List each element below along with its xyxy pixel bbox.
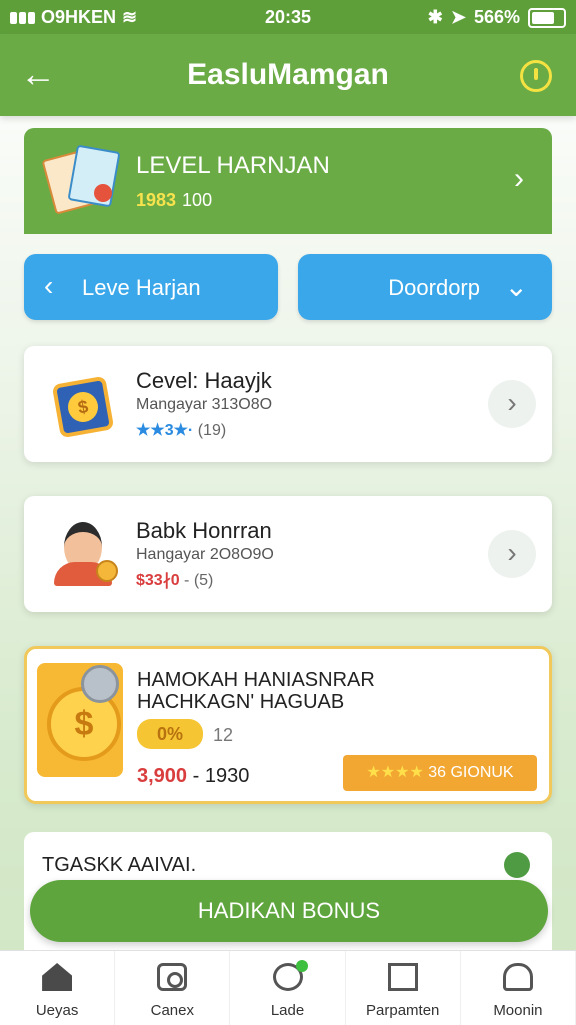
bluetooth-icon: ✱ <box>427 7 443 27</box>
item-subtitle: Mangayar 313O8O <box>136 396 273 413</box>
home-icon <box>42 963 73 991</box>
tab-label: Parpamten <box>366 1002 440 1019</box>
chevron-right-icon[interactable]: › <box>488 380 536 428</box>
bonus-count: 12 <box>213 725 234 745</box>
camera-icon <box>157 963 188 991</box>
list-item[interactable]: $ Cevel: Haayjk Mangayar 313O8O ★★3★· (1… <box>24 346 552 462</box>
rating-count: (19) <box>197 422 227 439</box>
level-title: LEVEL HARNJAN <box>136 152 330 179</box>
chevron-right-icon: › <box>514 162 524 195</box>
books-icon <box>38 144 130 218</box>
chevron-left-icon: ‹ <box>44 270 54 301</box>
range-high: 1930 <box>204 765 250 787</box>
range-low: 3,900 <box>137 765 188 787</box>
item-name: Cevel: Haayjk <box>136 368 272 393</box>
dropdown-button[interactable]: Doordorp ⌄ <box>298 254 552 320</box>
dropdown-label: Doordorp <box>388 275 480 300</box>
tab-ladder[interactable]: Lade <box>230 951 346 1025</box>
tab-label: Canex <box>150 1002 194 1019</box>
percent-badge: 0% <box>137 719 203 749</box>
level-score: 1983 100 <box>136 190 212 211</box>
app-header: ← EasluMamgan <box>0 34 576 116</box>
level-banner[interactable]: LEVEL HARNJAN 1983 100 › <box>24 128 552 234</box>
bonus-subtitle: HACHKAGN' HAGUAB <box>137 691 345 713</box>
price-count: (5) <box>193 572 214 589</box>
panel-title: TGASKK AAIVAI. <box>42 854 197 876</box>
bonus-tag[interactable]: ★★★★ 36 GIONUK <box>343 755 537 791</box>
bonus-card[interactable]: $ HAMOKAH HANIASNRAR HACHKAGN' HAGUAB 0%… <box>24 646 552 804</box>
list-item[interactable]: Babk Honrran Hangayar 2O8O9O $33∤0 - (5)… <box>24 496 552 612</box>
item-subtitle: Hangayar 2O8O9O <box>136 546 274 563</box>
tab-camera[interactable]: Canex <box>115 951 231 1025</box>
tab-label: Moonin <box>493 1002 543 1019</box>
notification-dot-icon <box>295 960 308 972</box>
user-icon <box>502 963 533 991</box>
tab-label: Ueyas <box>35 1002 79 1019</box>
bonus-range: 3,900 - 1930 <box>137 765 250 787</box>
tab-home[interactable]: Ueyas <box>0 951 116 1025</box>
bonus-tag-label: 36 GIONUK <box>428 764 514 781</box>
bonus-cta-button[interactable]: HADIKAN BONUS <box>30 880 548 942</box>
level-score-highlight: 1983 <box>136 190 177 210</box>
price-value: $33∤0 <box>136 572 180 589</box>
tab-payment[interactable]: Parpamten <box>346 951 461 1025</box>
info-icon[interactable] <box>520 60 552 92</box>
document-icon <box>387 963 418 991</box>
avatar <box>48 516 118 586</box>
chat-icon <box>272 960 308 991</box>
location-icon: ➤ <box>450 7 466 27</box>
level-score-total: 100 <box>182 190 213 210</box>
chevron-right-icon[interactable]: › <box>488 530 536 578</box>
tab-profile[interactable]: Moonin <box>461 951 576 1025</box>
item-rating: ★★3★· (19) <box>136 420 226 440</box>
item-price: $33∤0 - (5) <box>136 572 214 589</box>
star-rating: ★★3★· <box>136 422 194 439</box>
chevron-down-icon: ⌄ <box>504 271 528 302</box>
bonus-title: HAMOKAH HANIASNRAR <box>137 669 375 691</box>
tree-icon <box>504 852 530 878</box>
dollar-badge-icon: $ <box>48 372 115 439</box>
tab-label: Lade <box>270 1002 305 1019</box>
star-icon: ★★★★ <box>366 764 424 781</box>
level-filter-button[interactable]: ‹ Leve Harjan <box>24 254 278 320</box>
gold-coin-icon: $ <box>37 663 123 777</box>
battery-percent: 566% <box>473 7 520 27</box>
level-filter-label: Leve Harjan <box>82 275 201 300</box>
status-bar: O9HKEN ≋ 20:35 ✱ ➤ 566% <box>0 0 576 34</box>
page-title: EasluMamgan <box>187 58 389 91</box>
item-name: Babk Honrran <box>136 518 272 543</box>
battery-icon <box>528 7 566 28</box>
bottom-tab-bar: Ueyas Canex Lade Parpamten Moonin <box>0 950 576 1025</box>
